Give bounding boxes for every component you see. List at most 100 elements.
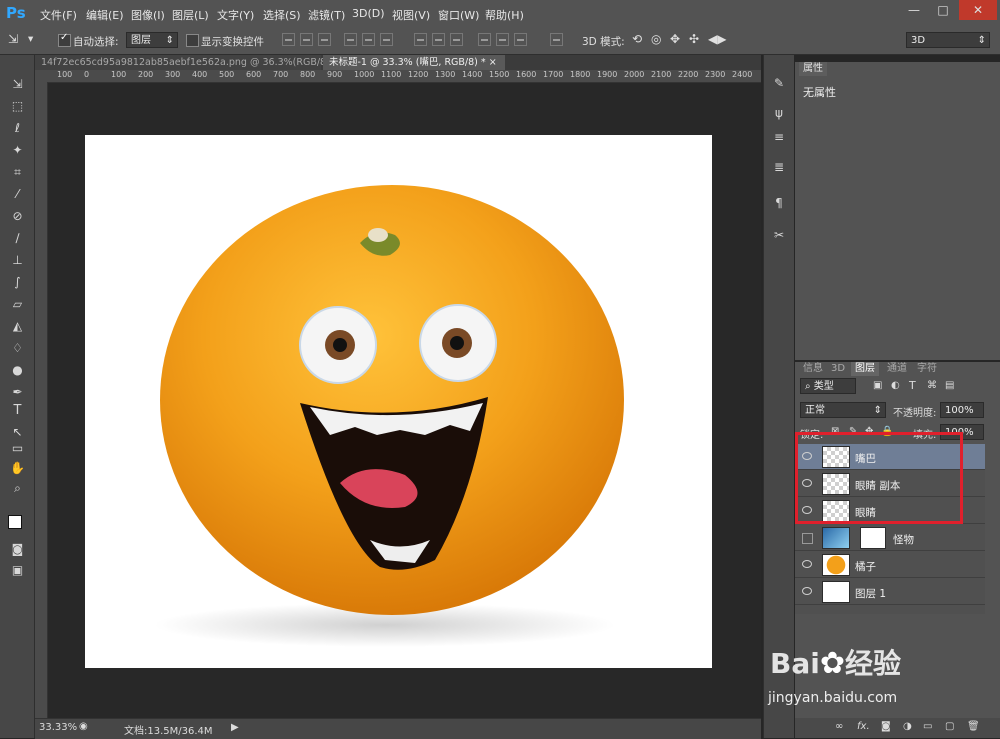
align-vcenter-icon[interactable] xyxy=(300,33,313,46)
close-button[interactable]: ✕ xyxy=(959,0,997,20)
distribute-top-icon[interactable] xyxy=(414,33,427,46)
document-canvas[interactable] xyxy=(85,135,712,668)
menu-edit[interactable]: 编辑(E) xyxy=(86,7,124,23)
brush-panel-icon[interactable]: ✎ xyxy=(771,75,787,91)
marquee-tool-icon[interactable]: ⬚ xyxy=(10,99,25,114)
layer-row[interactable]: 嘴巴 xyxy=(795,444,985,470)
eye-icon[interactable] xyxy=(802,479,812,487)
screen-mode-icon[interactable]: ▣ xyxy=(10,563,25,578)
link-icon[interactable]: ∞ xyxy=(835,721,843,732)
menu-select[interactable]: 选择(S) xyxy=(263,7,301,23)
tab-info[interactable]: 信息 xyxy=(799,362,827,376)
filter-adjust-icon[interactable]: ◐ xyxy=(891,380,900,391)
tab-layers[interactable]: 图层 xyxy=(851,362,879,376)
menu-window[interactable]: 窗口(W) xyxy=(438,7,479,23)
drag-3d-icon[interactable]: ✥ xyxy=(670,32,680,46)
auto-align-icon[interactable] xyxy=(550,33,563,46)
pen-tool-icon[interactable]: ✒ xyxy=(10,385,25,400)
distribute-hcenter-icon[interactable] xyxy=(496,33,509,46)
quick-mask-icon[interactable]: ◙ xyxy=(10,542,25,557)
lock-position-icon[interactable]: ✥ xyxy=(865,426,873,437)
group-icon[interactable]: ▭ xyxy=(923,721,932,732)
delete-icon[interactable]: 🗑 xyxy=(967,721,980,732)
align-top-icon[interactable] xyxy=(282,33,295,46)
adjustments-icon[interactable]: ≡ xyxy=(771,129,787,145)
rotate-3d-icon[interactable]: ⟲ xyxy=(632,32,642,46)
menu-filter[interactable]: 滤镜(T) xyxy=(308,7,345,23)
lock-transparent-icon[interactable]: ⊠ xyxy=(831,426,839,437)
tools-presets-icon[interactable]: ✂ xyxy=(771,227,787,243)
dodge-tool-icon[interactable]: ● xyxy=(10,363,25,378)
eye-icon[interactable] xyxy=(802,452,812,460)
type-tool-icon[interactable]: T xyxy=(10,403,25,418)
layer-row[interactable]: 怪物 xyxy=(795,525,985,551)
distribute-bottom-icon[interactable] xyxy=(450,33,463,46)
zoom-level[interactable]: 33.33% xyxy=(39,722,77,733)
paint-bucket-tool-icon[interactable]: ◭ xyxy=(10,319,25,334)
fill-input[interactable]: 100% xyxy=(940,424,984,440)
zoom-tool-icon[interactable]: ⌕ xyxy=(10,481,25,496)
tab-properties[interactable]: 属性 xyxy=(799,62,827,76)
eraser-tool-icon[interactable]: ▱ xyxy=(10,297,25,312)
align-left-icon[interactable] xyxy=(344,33,357,46)
status-share-icon[interactable]: ◉ xyxy=(79,721,88,732)
adjustment-icon[interactable]: ◑ xyxy=(903,721,912,732)
move-tool-icon[interactable]: ⇲ xyxy=(8,32,18,46)
filter-type-icon[interactable]: T xyxy=(909,379,916,392)
distribute-vcenter-icon[interactable] xyxy=(432,33,445,46)
menu-layer[interactable]: 图层(L) xyxy=(172,7,209,23)
path-select-tool-icon[interactable]: ↖ xyxy=(10,425,25,440)
eye-icon[interactable] xyxy=(802,560,812,568)
status-menu-arrow-icon[interactable]: ▶ xyxy=(231,722,239,733)
menu-help[interactable]: 帮助(H) xyxy=(485,7,524,23)
slide-3d-icon[interactable]: ✣ xyxy=(689,32,699,46)
layer-filter-dropdown[interactable]: ⌕ 类型 xyxy=(800,378,856,394)
menu-type[interactable]: 文字(Y) xyxy=(217,7,254,23)
close-tab-icon[interactable]: × xyxy=(489,57,497,68)
hand-tool-icon[interactable]: ✋ xyxy=(10,461,25,476)
chevron-down-icon[interactable]: ▾ xyxy=(28,33,33,45)
foreground-color-swatch[interactable] xyxy=(8,515,22,529)
align-bottom-icon[interactable] xyxy=(318,33,331,46)
minimize-button[interactable]: — xyxy=(900,0,928,20)
align-hcenter-icon[interactable] xyxy=(362,33,375,46)
filter-shape-icon[interactable]: ⌘ xyxy=(927,380,937,391)
layer-row[interactable]: 橘子 xyxy=(795,552,985,578)
magic-wand-tool-icon[interactable]: ✦ xyxy=(10,143,25,158)
tab-document-1[interactable]: 14f72ec65cd95a9812ab85aebf1e562a.png @ 3… xyxy=(35,55,338,70)
scale-3d-icon[interactable]: ◀▶ xyxy=(708,32,726,46)
fx-icon[interactable]: fx. xyxy=(857,721,870,732)
opacity-input[interactable]: 100% xyxy=(940,402,984,418)
new-layer-icon[interactable]: ▢ xyxy=(945,721,954,732)
maximize-button[interactable]: □ xyxy=(929,0,957,20)
mask-icon[interactable]: ◙ xyxy=(881,721,891,732)
filter-smart-icon[interactable]: ▤ xyxy=(945,380,954,391)
roll-3d-icon[interactable]: ◎ xyxy=(651,32,661,46)
lasso-tool-icon[interactable]: ℓ xyxy=(10,121,25,136)
move-tool-icon[interactable]: ⇲ xyxy=(10,77,25,92)
menu-view[interactable]: 视图(V) xyxy=(392,7,430,23)
menu-image[interactable]: 图像(I) xyxy=(131,7,165,23)
eyedropper-tool-icon[interactable]: ⁄ xyxy=(10,187,25,202)
eye-icon[interactable] xyxy=(802,587,812,595)
workspace-dropdown[interactable]: 3D ⇕ xyxy=(906,32,990,48)
show-transform-checkbox[interactable] xyxy=(186,34,199,47)
lock-all-icon[interactable]: 🔒 xyxy=(881,426,893,437)
distribute-left-icon[interactable] xyxy=(478,33,491,46)
paragraph-icon[interactable]: ¶ xyxy=(771,195,787,211)
layer-row[interactable]: 眼睛 副本 xyxy=(795,471,985,497)
history-brush-tool-icon[interactable]: ∫ xyxy=(10,275,25,290)
menu-file[interactable]: 文件(F) xyxy=(40,7,77,23)
paragraph-styles-icon[interactable]: ≣ xyxy=(771,159,787,175)
crop-tool-icon[interactable]: ⌗ xyxy=(10,165,25,180)
tab-3d[interactable]: 3D xyxy=(827,362,849,376)
rectangle-tool-icon[interactable]: ▭ xyxy=(10,441,25,456)
eye-icon[interactable] xyxy=(802,506,812,514)
layer-row[interactable]: 眼睛 xyxy=(795,498,985,524)
auto-select-checkbox[interactable]: ✓ xyxy=(58,32,71,47)
tab-channels[interactable]: 通道 xyxy=(883,362,911,376)
align-right-icon[interactable] xyxy=(380,33,393,46)
blur-tool-icon[interactable]: ♢ xyxy=(10,341,25,356)
brush-tool-icon[interactable]: ∕ xyxy=(10,231,25,246)
distribute-right-icon[interactable] xyxy=(514,33,527,46)
